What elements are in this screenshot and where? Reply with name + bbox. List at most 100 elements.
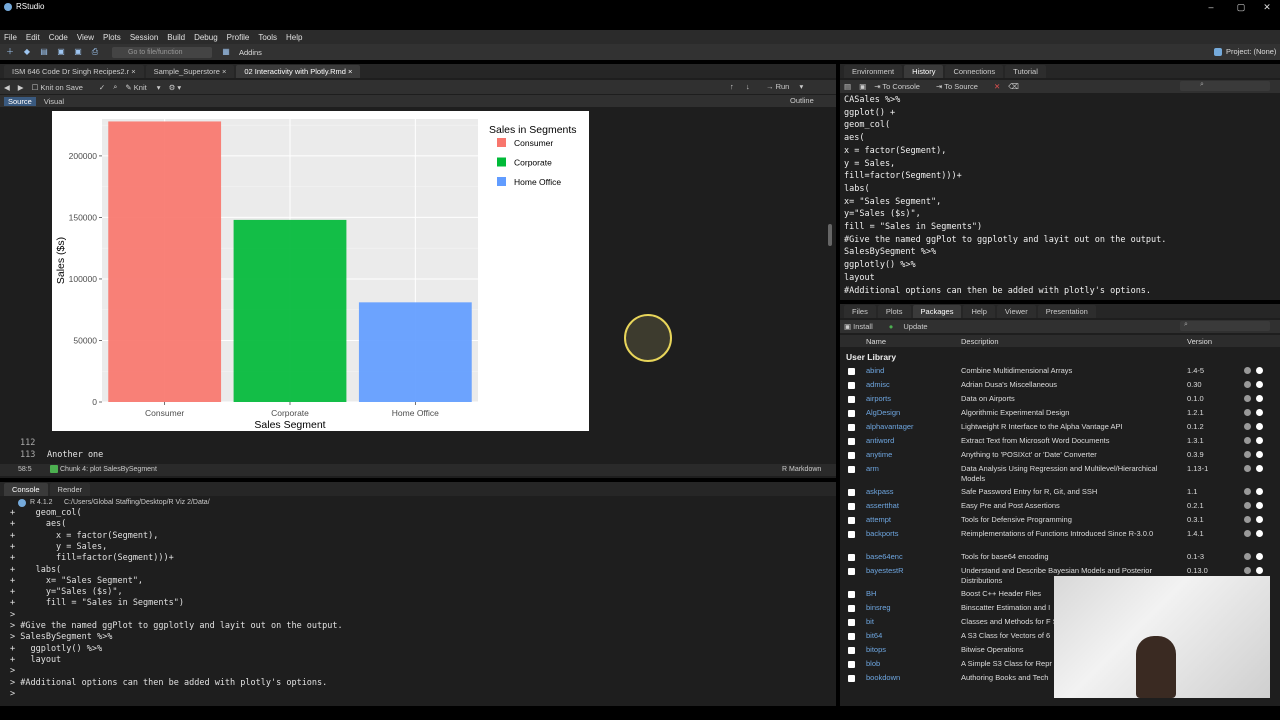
history-entry[interactable]: layout <box>844 273 875 285</box>
history-entry[interactable]: fill = "Sales in Segments") <box>844 222 982 234</box>
package-checkbox[interactable] <box>848 619 855 626</box>
save-icon[interactable]: ▣ <box>55 47 67 57</box>
remove-entry-icon[interactable]: ✕ <box>994 82 1000 91</box>
package-checkbox[interactable] <box>848 554 855 561</box>
package-name-link[interactable]: bit64 <box>866 631 882 640</box>
package-name-link[interactable]: backports <box>866 529 899 538</box>
open-file-icon[interactable]: ▤ <box>38 47 50 57</box>
package-website-icon[interactable] <box>1244 502 1251 509</box>
save-all-icon[interactable]: ▣ <box>72 47 84 57</box>
package-name-link[interactable]: blob <box>866 659 880 668</box>
package-name-link[interactable]: antiword <box>866 436 894 445</box>
history-entry[interactable]: x = factor(Segment), <box>844 146 946 158</box>
tab-recipes[interactable]: ISM 646 Code Dr Singh Recipes2.r × <box>4 65 144 78</box>
package-website-icon[interactable] <box>1244 395 1251 402</box>
history-entry[interactable]: y = Sales, <box>844 159 895 171</box>
history-search-input[interactable]: ⌕ <box>1180 81 1270 91</box>
search-icon[interactable]: ⌕ <box>113 82 117 92</box>
package-remove-icon[interactable] <box>1256 381 1263 388</box>
print-icon[interactable]: ⎙ <box>89 47 101 57</box>
knit-button[interactable]: ✎ Knit ▾ <box>125 83 160 92</box>
package-name-link[interactable]: bit <box>866 617 874 626</box>
package-name-link[interactable]: attempt <box>866 515 891 524</box>
package-remove-icon[interactable] <box>1256 530 1263 537</box>
menu-file[interactable]: File <box>4 33 17 42</box>
package-checkbox[interactable] <box>848 382 855 389</box>
package-remove-icon[interactable] <box>1256 502 1263 509</box>
package-remove-icon[interactable] <box>1256 516 1263 523</box>
history-entry[interactable]: y="Sales ($s)", <box>844 209 921 221</box>
package-name-link[interactable]: airports <box>866 394 891 403</box>
tab-tutorial[interactable]: Tutorial <box>1005 65 1046 78</box>
history-entry[interactable]: aes( <box>844 133 864 145</box>
package-checkbox[interactable] <box>848 438 855 445</box>
package-row[interactable]: askpass Safe Password Entry for R, Git, a… <box>840 487 1268 501</box>
package-row[interactable]: AlgDesign Algorithmic Experimental Design… <box>840 408 1268 422</box>
back-icon[interactable]: ◀ <box>4 83 10 92</box>
project-menu[interactable]: Project: (None) <box>1226 47 1276 56</box>
plot-output[interactable]: 0 50000 100000 150000 200000 Consumer Corporat… <box>52 111 589 431</box>
package-website-icon[interactable] <box>1244 567 1251 574</box>
menu-plots[interactable]: Plots <box>103 33 121 42</box>
console-output[interactable]: + geom_col(+ aes(+ x = factor(Segment), +… <box>10 508 820 700</box>
menu-help[interactable]: Help <box>286 33 302 42</box>
tab-history[interactable]: History <box>904 65 944 78</box>
history-entry[interactable]: labs( <box>844 184 870 196</box>
package-website-icon[interactable] <box>1244 553 1251 560</box>
package-checkbox[interactable] <box>848 396 855 403</box>
close-icon[interactable]: ✕ <box>1252 0 1280 14</box>
history-entry[interactable]: geom_col( <box>844 120 890 132</box>
package-website-icon[interactable] <box>1244 437 1251 444</box>
package-row[interactable]: base64enc Tools for base64 encoding 0.1-3 <box>840 552 1268 566</box>
menu-build[interactable]: Build <box>167 33 185 42</box>
package-remove-icon[interactable] <box>1256 437 1263 444</box>
tab-viewer[interactable]: Viewer <box>996 305 1036 318</box>
up-arrow-icon[interactable]: ↑ <box>730 82 734 91</box>
col-description[interactable]: Description <box>961 337 999 346</box>
package-remove-icon[interactable] <box>1256 488 1263 495</box>
history-entry[interactable]: ggplot() + <box>844 108 895 120</box>
grid-icon[interactable]: ▦ <box>220 47 232 57</box>
package-row[interactable]: antiword Extract Text from Microsoft Word… <box>840 436 1268 450</box>
package-name-link[interactable]: askpass <box>866 487 894 496</box>
package-checkbox[interactable] <box>848 503 855 510</box>
down-arrow-icon[interactable]: ↓ <box>746 82 750 91</box>
history-list[interactable]: CASales %>% ggplot() + geom_col(aes(x = fa… <box>844 95 1274 299</box>
package-remove-icon[interactable] <box>1256 367 1263 374</box>
package-website-icon[interactable] <box>1244 530 1251 537</box>
tab-connections[interactable]: Connections <box>945 65 1004 78</box>
package-name-link[interactable]: BH <box>866 589 876 598</box>
packages-search-input[interactable]: ⌕ <box>1180 321 1270 331</box>
package-remove-icon[interactable] <box>1256 395 1263 402</box>
tab-console[interactable]: Console <box>4 483 48 496</box>
tab-source[interactable]: Source <box>4 96 36 106</box>
forward-icon[interactable]: ▶ <box>18 83 24 92</box>
install-button[interactable]: ▣ Install <box>844 322 881 331</box>
package-remove-icon[interactable] <box>1256 553 1263 560</box>
load-history-icon[interactable]: ▤ <box>844 82 851 91</box>
to-console-button[interactable]: ⇥ To Console <box>874 82 928 91</box>
package-remove-icon[interactable] <box>1256 465 1263 472</box>
minimize-icon[interactable]: – <box>1196 0 1226 14</box>
addins-menu[interactable]: Addins <box>239 48 262 57</box>
new-project-icon[interactable]: ◆ <box>21 47 33 57</box>
package-name-link[interactable]: abind <box>866 366 884 375</box>
package-row[interactable]: airports Data on Airports 0.1.0 <box>840 394 1268 408</box>
spellcheck-icon[interactable]: ✓ <box>99 83 105 92</box>
tab-plotly-rmd[interactable]: 02 Interactivity with Plotly.Rmd × <box>236 65 361 78</box>
broom-icon[interactable]: ⌫ <box>1008 82 1019 91</box>
goto-file-input[interactable]: Go to file/function <box>112 46 212 58</box>
history-entry[interactable]: x= "Sales Segment", <box>844 197 941 209</box>
package-row[interactable]: arm Data Analysis Using Regression and Mu… <box>840 464 1268 486</box>
tab-superstore[interactable]: Sample_Superstore × <box>145 65 235 78</box>
sales-segment-chart[interactable]: 0 50000 100000 150000 200000 Consumer Corporat… <box>52 111 589 431</box>
tab-files[interactable]: Files <box>844 305 876 318</box>
history-entry[interactable]: SalesBySegment %>% <box>844 247 936 259</box>
update-button[interactable]: ● Update <box>889 322 936 331</box>
package-checkbox[interactable] <box>848 568 855 575</box>
file-type[interactable]: R Markdown <box>782 466 821 473</box>
package-row[interactable]: alphavantager Lightweight R Interface to … <box>840 422 1268 436</box>
knit-on-save-checkbox[interactable]: ☐ Knit on Save <box>32 83 91 92</box>
package-row[interactable]: backports Reimplementations of Functions … <box>840 529 1268 551</box>
package-name-link[interactable]: binsreg <box>866 603 891 612</box>
